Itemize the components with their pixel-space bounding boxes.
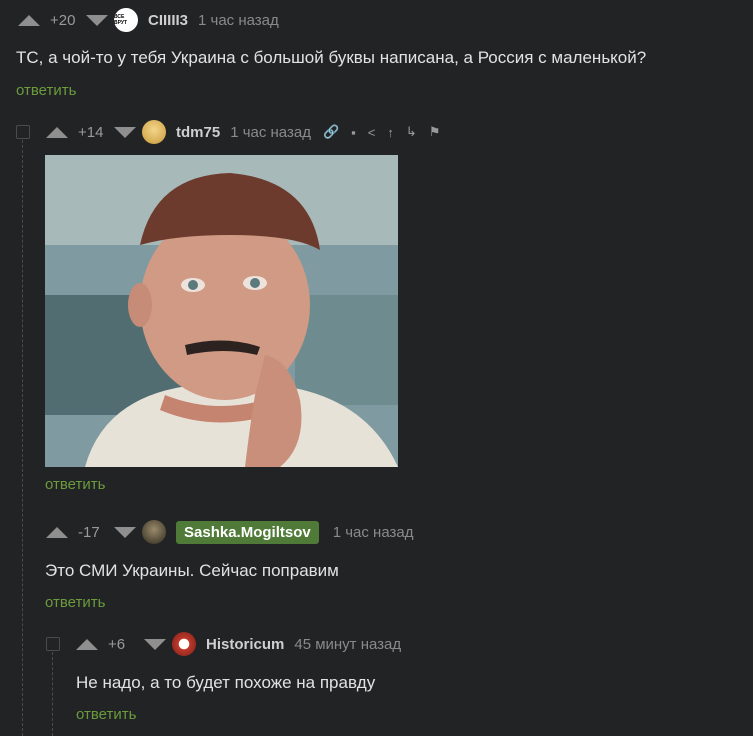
save-icon[interactable]: ▪ <box>351 125 356 140</box>
timestamp: 45 минут назад <box>294 635 402 653</box>
rating-value: -17 <box>78 523 100 541</box>
collapse-thread-button[interactable] <box>46 637 60 651</box>
comment-header: -17 Sashka.Mogiltsov 1 час назад <box>46 520 413 544</box>
downvote-button[interactable] <box>114 126 136 138</box>
rating-value: +20 <box>50 11 76 29</box>
avatar-logo: ВСЕ ВРУТ <box>114 14 128 26</box>
avatar[interactable] <box>142 120 166 144</box>
upvote-button[interactable] <box>18 14 40 26</box>
timestamp: 1 час назад <box>198 11 279 29</box>
downvote-button[interactable] <box>114 526 136 538</box>
comment-tools: 🔗 ▪ < ↑ ↳ ⚑ <box>323 124 440 140</box>
thread-line[interactable] <box>22 140 23 736</box>
upvote-button[interactable] <box>46 126 68 138</box>
downvote-button[interactable] <box>86 14 108 26</box>
collapse-thread-button[interactable] <box>16 125 30 139</box>
comment-text: Это СМИ Украины. Сейчас поправим <box>45 561 339 580</box>
comment-text: ТС, а чой-то у тебя Украина с большой бу… <box>16 48 647 67</box>
timestamp: 1 час назад <box>332 523 414 541</box>
thread-line[interactable] <box>52 652 53 736</box>
man-in-cap-photo <box>45 155 398 467</box>
comment-image[interactable] <box>45 155 398 467</box>
timestamp: 1 час назад <box>230 123 311 141</box>
rating-value: +14 <box>78 123 104 141</box>
comment-header: +6 Historicum 45 минут назад <box>76 632 401 656</box>
branch-icon[interactable]: ↳ <box>406 124 417 140</box>
rating-value: +6 <box>108 635 126 653</box>
reply-link[interactable]: ответить <box>45 476 105 493</box>
username[interactable]: Sashka.Mogiltsov <box>176 520 319 544</box>
upvote-button[interactable] <box>46 526 68 538</box>
reply-link[interactable]: ответить <box>16 82 76 99</box>
reply-link[interactable]: ответить <box>76 706 136 723</box>
reply-link[interactable]: ответить <box>45 594 105 611</box>
upvote-button[interactable] <box>76 638 98 650</box>
avatar[interactable] <box>172 632 196 656</box>
avatar[interactable]: ВСЕ ВРУТ <box>114 8 138 32</box>
comment-text: Не надо, а то будет похоже на правду <box>76 673 376 692</box>
downvote-button[interactable] <box>144 638 166 650</box>
avatar[interactable] <box>142 520 166 544</box>
comment-header: +20 ВСЕ ВРУТ CIIIII3 1 час назад <box>18 8 279 32</box>
username[interactable]: CIIIII3 <box>148 12 188 29</box>
share-icon[interactable]: < <box>368 125 376 140</box>
flag-icon[interactable]: ⚑ <box>429 124 441 140</box>
username[interactable]: Historicum <box>206 636 284 653</box>
link-icon[interactable]: 🔗 <box>323 124 339 140</box>
username[interactable]: tdm75 <box>176 124 220 141</box>
comment-header: +14 tdm75 1 час назад 🔗 ▪ < ↑ ↳ ⚑ <box>46 120 440 144</box>
up-icon[interactable]: ↑ <box>387 125 394 140</box>
